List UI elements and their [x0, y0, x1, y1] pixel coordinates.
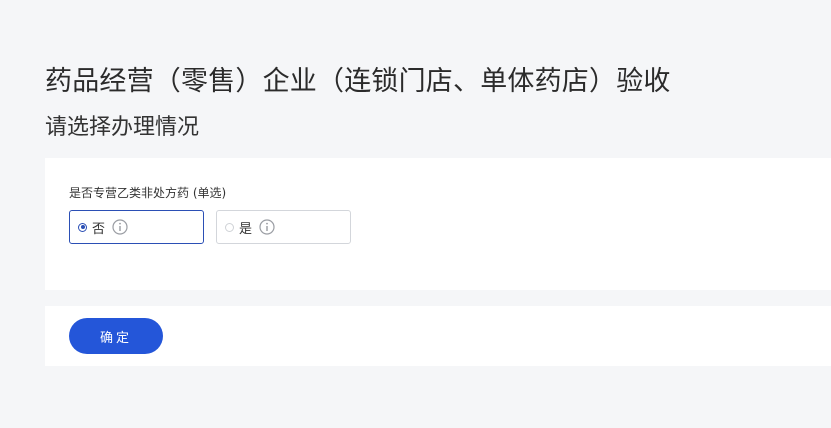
question-label: 是否专营乙类非处方药 (单选) — [69, 186, 227, 200]
option-yes[interactable]: 是 — [216, 210, 351, 244]
page-title: 药品经营（零售）企业（连锁门店、单体药店）验收 — [45, 66, 671, 97]
action-card: 确定 — [45, 306, 831, 366]
option-no[interactable]: 否 — [69, 210, 204, 244]
page-subtitle: 请选择办理情况 — [45, 115, 200, 140]
info-icon[interactable] — [259, 219, 275, 235]
radio-unselected-icon[interactable] — [225, 222, 234, 232]
option-yes-label: 是 — [239, 221, 253, 237]
radio-selected-icon[interactable] — [78, 222, 87, 232]
option-no-label: 否 — [92, 221, 106, 237]
page: 药品经营（零售）企业（连锁门店、单体药店）验收 请选择办理情况 是否专营乙类非处… — [0, 0, 831, 428]
info-icon[interactable] — [112, 219, 128, 235]
question-card: 是否专营乙类非处方药 (单选) 否 是 — [45, 158, 831, 290]
confirm-button[interactable]: 确定 — [69, 318, 163, 354]
